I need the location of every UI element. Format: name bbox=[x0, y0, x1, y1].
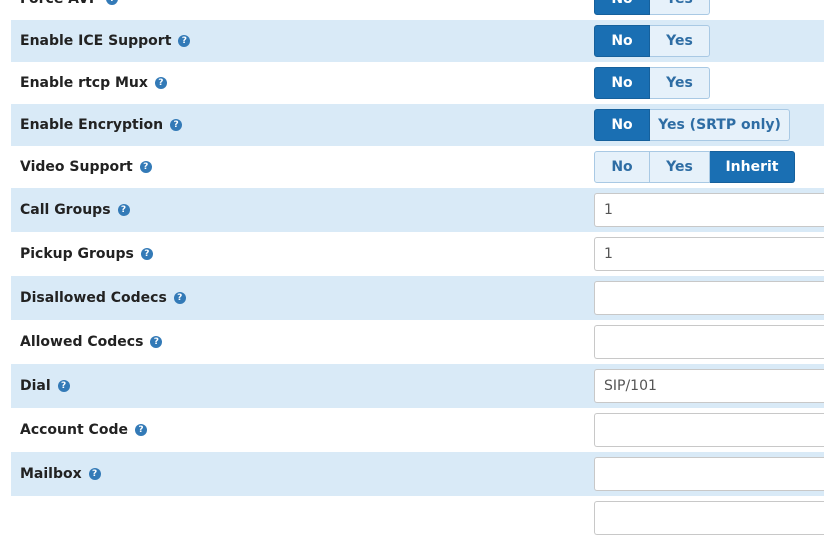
allowed-codecs-label: Allowed Codecs? bbox=[20, 320, 163, 364]
disallowed-codecs-label: Disallowed Codecs? bbox=[20, 276, 186, 320]
video-support-yes-button[interactable]: Yes bbox=[650, 151, 710, 183]
row-account-code: Account Code? bbox=[11, 408, 824, 452]
row-disallowed-codecs: Disallowed Codecs? bbox=[11, 276, 824, 320]
dial-label-text: Dial bbox=[20, 378, 51, 394]
disallowed-codecs-label-text: Disallowed Codecs bbox=[20, 290, 167, 306]
enable-ice-support-toggle: No Yes bbox=[594, 25, 710, 57]
disallowed-codecs-input[interactable] bbox=[594, 281, 824, 315]
account-code-label: Account Code? bbox=[20, 408, 147, 452]
enable-ice-support-label-text: Enable ICE Support bbox=[20, 33, 172, 49]
row-force-avp: Force AVP? NoYes bbox=[11, 0, 824, 20]
row-unlabeled-12 bbox=[11, 496, 824, 540]
force-avp-label: Force AVP? bbox=[20, 0, 119, 20]
help-icon[interactable]: ? bbox=[178, 35, 191, 47]
unlabeled-12-input[interactable] bbox=[594, 501, 824, 535]
help-icon[interactable]: ? bbox=[154, 77, 167, 89]
video-support-label: Video Support? bbox=[20, 146, 152, 188]
call-groups-input[interactable]: 1 bbox=[594, 193, 824, 227]
help-icon[interactable]: ? bbox=[139, 161, 152, 173]
enable-ice-support-no-button[interactable]: No bbox=[594, 25, 650, 57]
call-groups-label-text: Call Groups bbox=[20, 202, 111, 218]
pickup-groups-input[interactable]: 1 bbox=[594, 237, 824, 271]
account-code-label-text: Account Code bbox=[20, 422, 128, 438]
row-enable-ice-support: Enable ICE Support? No Yes bbox=[11, 20, 824, 62]
help-icon[interactable]: ? bbox=[173, 292, 186, 304]
enable-rtcp-mux-no-button[interactable]: No bbox=[594, 67, 650, 99]
help-icon[interactable]: ? bbox=[106, 0, 119, 5]
force-avp-yes-button[interactable]: Yes bbox=[650, 0, 710, 15]
help-icon[interactable]: ? bbox=[134, 424, 147, 436]
allowed-codecs-input[interactable] bbox=[594, 325, 824, 359]
force-avp-toggle: NoYes bbox=[594, 0, 710, 15]
row-enable-rtcp-mux: Enable rtcp Mux? No Yes bbox=[11, 62, 824, 104]
video-support-toggle: No Yes Inherit bbox=[594, 151, 795, 183]
enable-rtcp-mux-yes-button[interactable]: Yes bbox=[650, 67, 710, 99]
row-pickup-groups: Pickup Groups? 1 bbox=[11, 232, 824, 276]
help-icon[interactable]: ? bbox=[170, 119, 183, 131]
allowed-codecs-label-text: Allowed Codecs bbox=[20, 334, 144, 350]
enable-encryption-toggle: No Yes (SRTP only) bbox=[594, 109, 790, 141]
dial-label: Dial? bbox=[20, 364, 70, 408]
row-dial: Dial? SIP/101 bbox=[11, 364, 824, 408]
row-mailbox: Mailbox? bbox=[11, 452, 824, 496]
help-icon[interactable]: ? bbox=[117, 204, 130, 216]
row-call-groups: Call Groups? 1 bbox=[11, 188, 824, 232]
row-video-support: Video Support? No Yes Inherit bbox=[11, 146, 824, 188]
enable-ice-support-yes-button[interactable]: Yes bbox=[650, 25, 710, 57]
pickup-groups-label-text: Pickup Groups bbox=[20, 246, 134, 262]
mailbox-input[interactable] bbox=[594, 457, 824, 491]
force-avp-label-text: Force AVP bbox=[20, 0, 99, 7]
enable-rtcp-mux-toggle: No Yes bbox=[594, 67, 710, 99]
enable-encryption-no-button[interactable]: No bbox=[594, 109, 650, 141]
enable-encryption-yes-srtp-only-button[interactable]: Yes (SRTP only) bbox=[650, 109, 790, 141]
help-icon[interactable]: ? bbox=[150, 336, 163, 348]
enable-rtcp-mux-label-text: Enable rtcp Mux bbox=[20, 75, 148, 91]
row-enable-encryption: Enable Encryption? No Yes (SRTP only) bbox=[11, 104, 824, 146]
dial-input[interactable]: SIP/101 bbox=[594, 369, 824, 403]
help-icon[interactable]: ? bbox=[140, 248, 153, 260]
enable-rtcp-mux-label: Enable rtcp Mux? bbox=[20, 62, 167, 104]
call-groups-label: Call Groups? bbox=[20, 188, 130, 232]
video-support-label-text: Video Support bbox=[20, 159, 133, 175]
enable-encryption-label: Enable Encryption? bbox=[20, 104, 183, 146]
enable-encryption-label-text: Enable Encryption bbox=[20, 117, 164, 133]
enable-ice-support-label: Enable ICE Support? bbox=[20, 20, 191, 62]
force-avp-no-button[interactable]: No bbox=[594, 0, 650, 15]
row-allowed-codecs: Allowed Codecs? bbox=[11, 320, 824, 364]
mailbox-label: Mailbox? bbox=[20, 452, 101, 496]
account-code-input[interactable] bbox=[594, 413, 824, 447]
video-support-no-button[interactable]: No bbox=[594, 151, 650, 183]
help-icon[interactable]: ? bbox=[88, 468, 101, 480]
help-icon[interactable]: ? bbox=[57, 380, 70, 392]
mailbox-label-text: Mailbox bbox=[20, 466, 82, 482]
pickup-groups-label: Pickup Groups? bbox=[20, 232, 153, 276]
video-support-inherit-button[interactable]: Inherit bbox=[710, 151, 795, 183]
